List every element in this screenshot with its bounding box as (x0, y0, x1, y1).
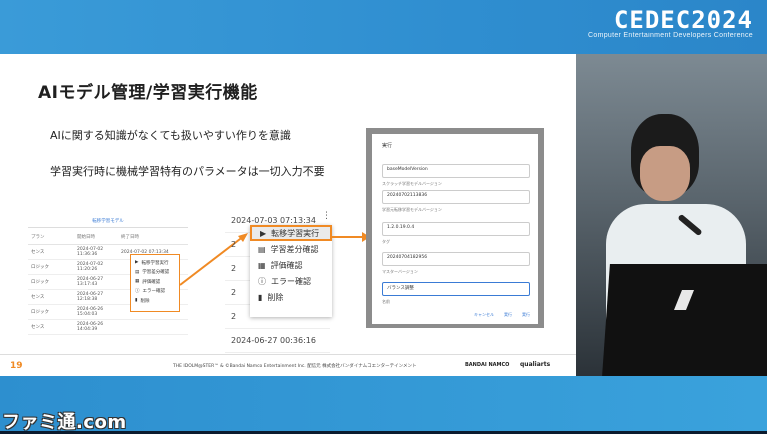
menu-item-label: エラー確認 (271, 276, 311, 286)
execute-dialog: 実行 baseModelVersion スクラッチ学習モデルバージョン 2024… (372, 134, 538, 324)
speaker-camera (576, 54, 767, 376)
mini-menu-item[interactable]: ▦ 評価確認 (135, 277, 175, 287)
menu-item-label: 学習差分確認 (270, 244, 319, 254)
dialog-actions: キャンセル 実行 実行 (474, 312, 530, 318)
source-version-field[interactable]: 20240702113836 (382, 190, 530, 204)
watermark: ファミ通.com (2, 412, 127, 433)
cell: 2024-06-27 13:17:43 (77, 277, 104, 287)
column-start: 開始日時 (77, 235, 95, 240)
cedec-logo: CEDEC2024 Computer Entertainment Develop… (588, 6, 753, 39)
cell: 2024-07-02 11:36:36 (77, 247, 104, 257)
mini-menu-label: 転移学習実行 (141, 260, 169, 266)
table-header: 転移学習モデル (28, 218, 188, 228)
play-icon: ▶ (135, 260, 139, 266)
name-field[interactable]: バランス調整 (382, 282, 530, 296)
mini-menu-item[interactable]: ▶ 転移学習実行 (135, 258, 175, 268)
chart-icon: ▦ (258, 260, 266, 270)
dialog-title: 実行 (382, 143, 393, 149)
cell: 2024-06-26 14:04:39 (77, 322, 104, 332)
run-button-2[interactable]: 実行 (522, 312, 530, 318)
copyright: THE IDOLM@STER™ & ©Bandai Namco Entertai… (173, 364, 417, 369)
cedec-logo-mark: CEDEC2024 (613, 6, 753, 34)
mini-menu-item[interactable]: ▮ 削除 (135, 296, 175, 306)
compare-icon: ▤ (135, 269, 140, 275)
cell: 2024-06-27 12:18:38 (77, 292, 104, 302)
laptop (602, 264, 767, 376)
error-icon: ⓘ (258, 276, 266, 286)
cell: ロジック (31, 280, 49, 285)
page-number: 19 (10, 361, 23, 371)
column-plan: プラン (31, 235, 45, 240)
qualiarts-logo: qualiarts (520, 361, 551, 368)
cedec-logo-subtitle: Computer Entertainment Developers Confer… (588, 32, 753, 39)
field-hint: スクラッチ学習モデルバージョン (382, 181, 442, 186)
tag-select[interactable]: 1.2.0.19.0.4 (382, 222, 530, 236)
cell: センス (31, 250, 45, 255)
mini-menu-item[interactable]: ⓘ エラー確認 (135, 287, 175, 297)
mini-menu-label: 評価確認 (142, 279, 161, 285)
column-end: 終了日時 (121, 235, 139, 240)
field-hint: 名前 (382, 299, 390, 304)
menu-item-evaluation[interactable]: ▦ 評価確認 (250, 257, 332, 273)
cell: ロジック (31, 310, 49, 315)
compare-icon: ▤ (258, 244, 266, 254)
cell: ロジック (31, 265, 49, 270)
master-version-select[interactable]: 20240704182956 (382, 252, 530, 266)
menu-item-label: 転移学習実行 (271, 228, 320, 238)
field-hint: 学習元転移学習モデルバージョン (382, 207, 442, 212)
field-hint: マスターバージョン (382, 269, 418, 274)
error-icon: ⓘ (135, 289, 140, 295)
mini-menu-label: エラー確認 (142, 289, 166, 295)
kebab-menu-icon[interactable]: ⋮ (322, 211, 331, 221)
bandai-namco-logo: BANDAI NAMCO (465, 362, 510, 368)
menu-item-label: 削除 (267, 292, 284, 302)
mini-menu-label: 学習差分確認 (142, 270, 170, 276)
cell: センス (31, 325, 45, 330)
cell: センス (31, 295, 45, 300)
chart-icon: ▦ (135, 279, 140, 285)
mini-menu-item[interactable]: ▤ 学習差分確認 (135, 268, 175, 278)
slide-title: AIモデル管理/学習実行機能 (38, 83, 258, 103)
trash-icon: ▮ (135, 298, 138, 304)
menu-item-error[interactable]: ⓘ エラー確認 (250, 273, 332, 289)
speaker-face (640, 146, 690, 201)
top-banner: CEDEC2024 Computer Entertainment Develop… (0, 0, 767, 54)
menu-item-transfer-learning[interactable]: ▶ 転移学習実行 (250, 225, 332, 241)
bullet-2: 学習実行時に機械学習特有のパラメータは一切入力不要 (50, 165, 325, 178)
cancel-button[interactable]: キャンセル (474, 312, 494, 318)
trash-icon: ▮ (258, 292, 263, 302)
mini-menu-label: 削除 (140, 298, 150, 304)
presentation-slide: AIモデル管理/学習実行機能 AIに関する知識がなくても扱いやすい作りを意識 学… (0, 54, 576, 376)
menu-item-delete[interactable]: ▮ 削除 (250, 289, 332, 305)
menu-item-label: 評価確認 (270, 260, 303, 270)
mini-context-menu: ▶ 転移学習実行 ▤ 学習差分確認 ▦ 評価確認 ⓘ エラー確認 ▮ 削除 (130, 254, 180, 312)
base-model-field[interactable]: baseModelVersion (382, 164, 530, 178)
field-hint: タグ (382, 239, 390, 244)
list-item: 2024-06-27 00:36:16 (225, 329, 330, 353)
cell: 2024-06-26 15:04:03 (77, 307, 104, 317)
context-menu: ▶ 転移学習実行 ▤ 学習差分確認 ▦ 評価確認 ⓘ エラー確認 ▮ 削除 (250, 225, 332, 317)
run-button[interactable]: 実行 (504, 312, 512, 318)
cell: 2024-07-02 11:20:26 (77, 262, 104, 272)
table-row[interactable]: センス 2024-06-26 14:04:39 (28, 320, 188, 335)
menu-item-diff[interactable]: ▤ 学習差分確認 (250, 241, 332, 257)
slide-footer: 19 THE IDOLM@STER™ & ©Bandai Namco Enter… (0, 354, 576, 376)
arrow-icon (330, 232, 370, 242)
table-columns: プラン 開始日時 終了日時 (28, 228, 188, 245)
play-icon: ▶ (260, 228, 267, 238)
bullet-1: AIに関する知識がなくても扱いやすい作りを意識 (50, 129, 291, 142)
